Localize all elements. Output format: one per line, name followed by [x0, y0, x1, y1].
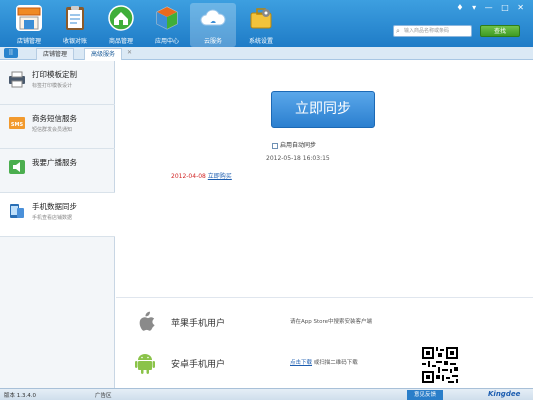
qr-code [420, 345, 460, 385]
toolbar-label: 收银对账 [62, 38, 87, 45]
toolbar-item-settings[interactable]: 系统设置 [238, 3, 284, 47]
broadcast-icon [8, 158, 26, 176]
store-icon [16, 5, 42, 31]
last-sync-time: 2012-05-18 16:03:15 [266, 155, 330, 162]
clipboard-icon [62, 5, 88, 31]
auto-sync-label: 启用自动同步 [280, 142, 317, 149]
platform-name: 苹果手机用户 [171, 319, 226, 329]
toolbar-label: 系统设置 [248, 38, 273, 45]
close-icon[interactable]: ✕ [127, 49, 132, 56]
platform-desc: 点击下载 或扫描二维码下载 [290, 358, 358, 366]
tab-bar: ⠿ 店铺管理 高级服务 ✕ [0, 47, 533, 60]
main-panel: 立即同步 启用自动同步 2012-05-18 16:03:15 2012-04-… [116, 61, 533, 388]
sidebar-item-title: 我要广播服务 [32, 158, 77, 167]
search-input[interactable]: ⌕ 输入商品名称或条码 [393, 25, 472, 37]
sidebar-item-desc: 短信群发会员通知 [32, 127, 73, 133]
sidebar-item-broadcast[interactable]: 我要广播服务 [0, 149, 115, 193]
toolbar-item-apps[interactable]: 应用中心 [144, 3, 190, 47]
version-text: 版本 1.3.4.0 [4, 393, 36, 399]
sms-icon: SMS [8, 114, 26, 132]
printer-icon [8, 70, 26, 88]
ad-text: 广告区 [95, 393, 112, 399]
sidebar-item-print-template[interactable]: 打印模板定制 标签打印模板设计 [0, 61, 115, 105]
sidebar-item-title: 手机数据同步 [32, 202, 77, 211]
apps-icon [154, 5, 180, 31]
sidebar-item-sms[interactable]: SMS 商务短信服务 短信群发会员通知 [0, 105, 115, 149]
phone-icon [8, 202, 26, 220]
platform-desc-text: 或扫描二维码下载 [313, 360, 358, 366]
cloud-icon: ☁ [200, 5, 226, 31]
svg-text:SMS: SMS [11, 122, 24, 128]
sidebar: 打印模板定制 标签打印模板设计 SMS 商务短信服务 短信群发会员通知 我要广播… [0, 61, 115, 388]
toolbar-item-goods[interactable]: 商品管理 [98, 3, 144, 47]
apple-icon [134, 310, 156, 334]
briefcase-icon [248, 5, 274, 31]
buy-now-link[interactable]: 立即购买 [208, 173, 232, 180]
toolbar-label: 应用中心 [154, 38, 179, 45]
platform-row-android: 安卓手机用户 点击下载 或扫描二维码下载 [116, 343, 533, 383]
download-link[interactable]: 点击下载 [290, 360, 312, 366]
svg-text:☁: ☁ [210, 18, 216, 25]
feedback-button[interactable]: 意见反馈 [407, 390, 443, 400]
toolbar-item-store[interactable]: 店铺管理 [6, 3, 52, 47]
sidebar-item-title: 商务短信服务 [32, 114, 77, 123]
toolbar-item-cloud[interactable]: ☁ 云服务 [190, 3, 236, 47]
toolbar-label: 商品管理 [108, 38, 133, 45]
platform-row-ios: 苹果手机用户 请在App Store中搜索安装客户端 [116, 302, 533, 342]
top-toolbar: 店铺管理 收银对账 商品管理 应用中心 ☁ 云服务 系统设置 ♦ ▾ — □ ✕… [0, 0, 533, 47]
toolbar-item-cashier[interactable]: 收银对账 [52, 3, 98, 47]
platform-desc: 请在App Store中搜索安装客户端 [290, 319, 373, 325]
last-sync-text: 2012-05-18 16:03:15 [266, 155, 330, 162]
sidebar-item-desc: 手机查看店铺数据 [32, 215, 73, 221]
android-icon [134, 351, 156, 375]
search-button[interactable]: 查找 [480, 25, 520, 37]
sidebar-item-desc: 标签打印模板设计 [32, 83, 73, 89]
search-icon: ⌕ [396, 27, 400, 35]
checkbox-icon[interactable] [272, 142, 278, 149]
expire-date: 2012-04-08 [171, 173, 206, 180]
toolbar-label: 店铺管理 [16, 38, 41, 45]
auto-sync-checkbox[interactable]: 启用自动同步 [272, 140, 316, 149]
sync-now-button[interactable]: 立即同步 [271, 91, 375, 128]
sidebar-item-mobile-sync[interactable]: 手机数据同步 手机查看店铺数据 [0, 193, 115, 237]
tab-store-manage[interactable]: 店铺管理 [36, 48, 75, 60]
expire-message: 2012-04-08 立即购买 [171, 171, 232, 180]
search-placeholder: 输入商品名称或条码 [404, 28, 450, 34]
divider [116, 297, 533, 298]
window-controls[interactable]: ♦ ▾ — □ ✕ [456, 3, 527, 12]
toolbar-label: 云服务 [203, 38, 222, 45]
tab-advanced-services[interactable]: 高级服务 [84, 48, 123, 60]
home-icon [108, 5, 134, 31]
sidebar-item-title: 打印模板定制 [32, 70, 77, 79]
grid-menu-icon[interactable]: ⠿ [4, 48, 18, 58]
kingdee-logo: Kingdee [488, 390, 521, 398]
platform-name: 安卓手机用户 [171, 360, 226, 370]
status-bar: 版本 1.3.4.0 广告区 意见反馈 Kingdee [0, 388, 533, 400]
